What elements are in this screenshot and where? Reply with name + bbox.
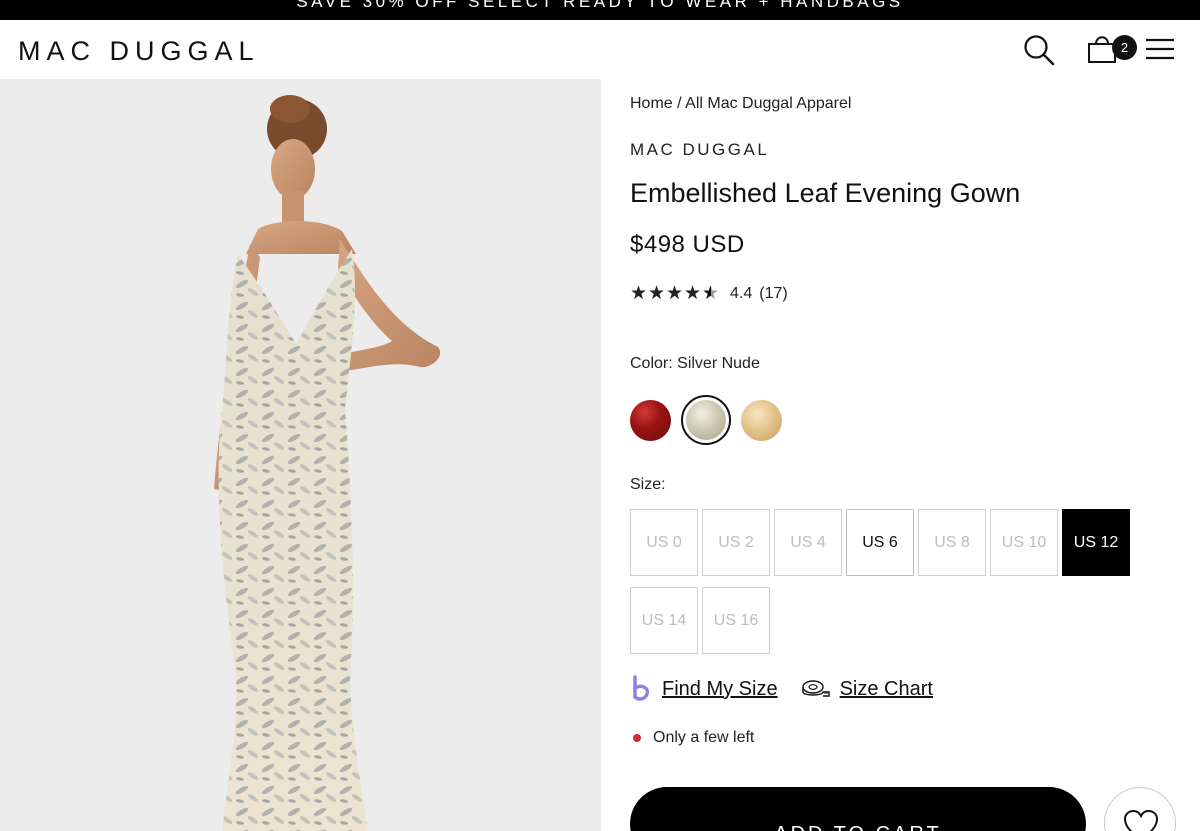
product-rating[interactable]: ★ ★ ★ ★ ★ 4.4 (17) bbox=[630, 284, 788, 304]
breadcrumb-separator: / bbox=[672, 95, 686, 112]
stock-indicator-dot bbox=[633, 734, 641, 742]
site-header: MAC DUGGAL 2 bbox=[0, 20, 1200, 79]
fit-links: Find My Size Size Chart bbox=[630, 675, 957, 703]
size-chart-link[interactable]: Size Chart bbox=[801, 678, 933, 701]
star-icon: ★ bbox=[630, 283, 648, 304]
star-half-icon: ★ bbox=[702, 283, 720, 304]
review-count[interactable]: (17) bbox=[759, 285, 787, 303]
product-image[interactable] bbox=[0, 79, 601, 831]
breadcrumb-current[interactable]: All Mac Duggal Apparel bbox=[685, 95, 851, 112]
search-icon[interactable] bbox=[1022, 33, 1056, 67]
rating-value: 4.4 bbox=[730, 285, 753, 302]
size-option-us-14[interactable]: US 14 bbox=[630, 587, 698, 654]
stock-status-text: Only a few left bbox=[653, 729, 755, 746]
color-swatch-silver-nude[interactable] bbox=[681, 395, 731, 445]
size-option-us-6[interactable]: US 6 bbox=[846, 509, 914, 576]
size-label: Size: bbox=[630, 476, 666, 493]
fit-finder-icon bbox=[633, 675, 650, 701]
size-option-us-8[interactable]: US 8 bbox=[918, 509, 986, 576]
gown-model-illustration bbox=[214, 95, 441, 831]
rating-stars: ★ ★ ★ ★ ★ bbox=[630, 284, 720, 304]
color-swatch-silver-nude-fill bbox=[686, 400, 726, 440]
product-brand: MAC DUGGAL bbox=[630, 140, 770, 159]
size-option-us-12[interactable]: US 12 bbox=[1062, 509, 1130, 576]
site-logo[interactable]: MAC DUGGAL bbox=[18, 36, 260, 66]
color-value: Silver Nude bbox=[677, 355, 760, 372]
size-option-us-4[interactable]: US 4 bbox=[774, 509, 842, 576]
stock-status: Only a few left bbox=[630, 729, 754, 747]
color-label: Color: Silver Nude bbox=[630, 355, 760, 373]
color-swatches bbox=[630, 395, 792, 445]
product-price: $498 USD bbox=[630, 231, 745, 258]
breadcrumb: Home / All Mac Duggal Apparel bbox=[630, 95, 851, 113]
add-to-cart-button[interactable]: ADD TO CART bbox=[630, 787, 1086, 831]
breadcrumb-home[interactable]: Home bbox=[630, 95, 673, 112]
size-option-us-10[interactable]: US 10 bbox=[990, 509, 1058, 576]
size-chart-label[interactable]: Size Chart bbox=[840, 678, 933, 701]
color-swatch-gold[interactable] bbox=[741, 399, 782, 441]
tape-measure-icon bbox=[801, 680, 830, 697]
star-icon: ★ bbox=[648, 283, 666, 304]
size-option-us-2[interactable]: US 2 bbox=[702, 509, 770, 576]
heart-icon bbox=[1123, 810, 1159, 831]
promo-bar: SAVE 30% OFF SELECT READY TO WEAR + HAND… bbox=[0, 0, 1200, 20]
size-option-us-16[interactable]: US 16 bbox=[702, 587, 770, 654]
star-icon: ★ bbox=[684, 283, 702, 304]
size-option-us-0[interactable]: US 0 bbox=[630, 509, 698, 576]
hamburger-menu-icon[interactable] bbox=[1144, 36, 1176, 62]
star-icon: ★ bbox=[666, 283, 684, 304]
find-my-size-label[interactable]: Find My Size bbox=[662, 678, 778, 701]
product-info: Home / All Mac Duggal Apparel MAC DUGGAL… bbox=[630, 79, 1200, 831]
cart-count-badge[interactable]: 2 bbox=[1112, 35, 1137, 60]
find-my-size-link[interactable]: Find My Size bbox=[630, 675, 778, 703]
product-title: Embellished Leaf Evening Gown bbox=[630, 178, 1021, 208]
color-label-prefix: Color: bbox=[630, 355, 673, 372]
color-swatch-red[interactable] bbox=[630, 399, 671, 441]
wishlist-button[interactable] bbox=[1104, 787, 1176, 831]
promo-text[interactable]: SAVE 30% OFF SELECT READY TO WEAR + HAND… bbox=[0, 0, 1200, 13]
